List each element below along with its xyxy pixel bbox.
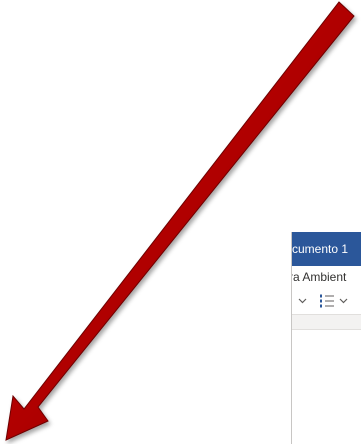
document-page[interactable] xyxy=(292,330,361,444)
chevron-down-icon[interactable] xyxy=(337,292,349,310)
ribbon-menu-row: ra Ambient xyxy=(292,266,361,288)
word-window: cumento 1 ra Ambient xyxy=(291,232,361,444)
numbered-list-icon[interactable] xyxy=(319,292,335,310)
ribbon-tab-text[interactable]: ra Ambient xyxy=(292,266,346,288)
document-title: cumento 1 xyxy=(292,242,349,256)
ribbon-toolbar xyxy=(292,288,361,315)
document-ruler-gap xyxy=(292,315,361,330)
chevron-down-icon[interactable] xyxy=(296,292,308,310)
title-bar: cumento 1 xyxy=(292,232,361,266)
